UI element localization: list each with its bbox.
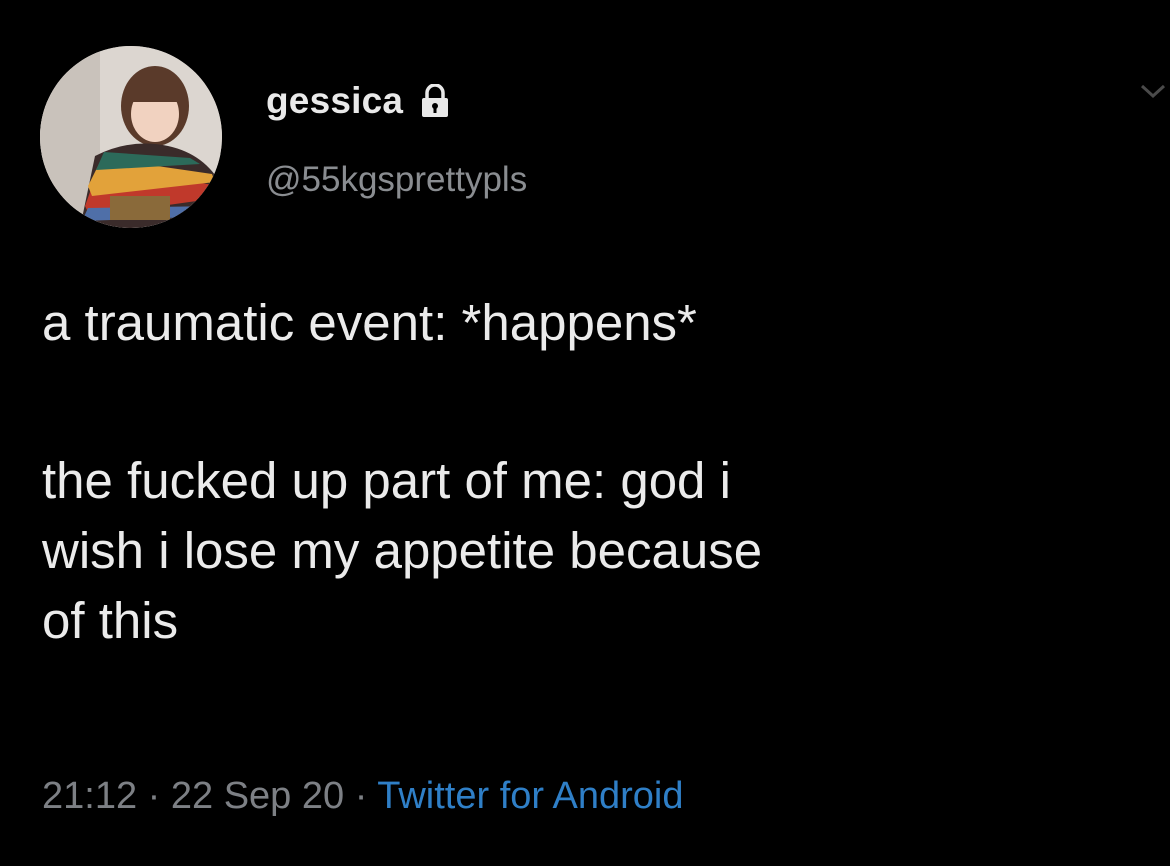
name-row: gessica	[266, 78, 451, 124]
tweet-line: wish i lose my appetite because	[42, 522, 763, 579]
tweet-line: a traumatic event: *happens*	[42, 294, 697, 351]
tweet-date[interactable]: 22 Sep 20	[171, 775, 344, 817]
display-name[interactable]: gessica	[266, 80, 403, 122]
tweet-time[interactable]: 21:12	[42, 775, 137, 817]
meta-separator: ·	[147, 775, 161, 817]
tweet-line: of this	[42, 592, 179, 649]
tweet-text: a traumatic event: *happens* the fucked …	[42, 288, 1142, 656]
tweet-line: the fucked up part of me: god i	[42, 452, 731, 509]
chevron-down-icon[interactable]	[1136, 76, 1170, 106]
avatar[interactable]	[40, 46, 222, 228]
tweet-meta: 21:12 · 22 Sep 20 · Twitter for Android	[42, 775, 683, 818]
user-handle[interactable]: @55kgsprettypls	[266, 160, 527, 200]
meta-separator: ·	[354, 775, 368, 817]
tweet-card: gessica @55kgsprettypls a traumatic even…	[0, 0, 1170, 866]
tweet-source-link[interactable]: Twitter for Android	[377, 775, 683, 817]
lock-icon	[419, 83, 451, 118]
